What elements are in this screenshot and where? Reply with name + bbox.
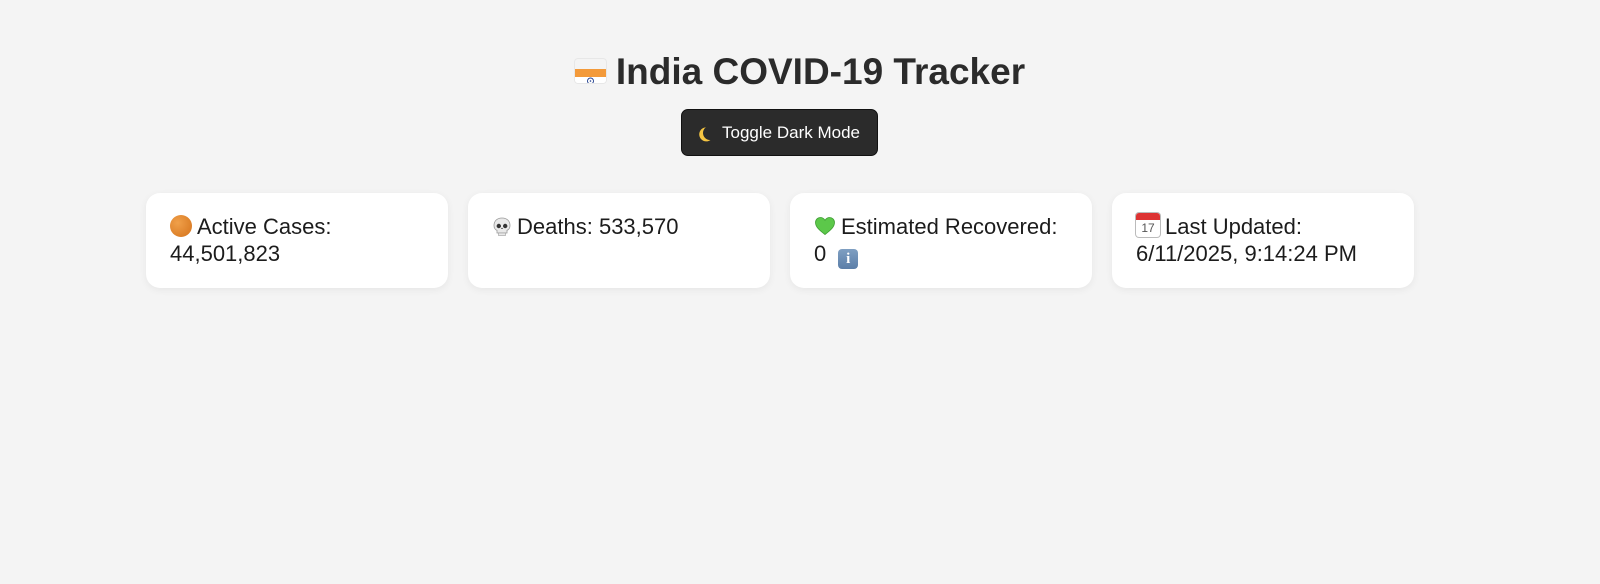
green-heart-icon xyxy=(814,215,836,237)
recovered-label: Estimated Recovered: xyxy=(841,214,1058,239)
last-updated-card: 17 Last Updated: 6/11/2025, 9:14:24 PM xyxy=(1112,193,1414,288)
skull-icon xyxy=(492,216,512,236)
active-cases-label: Active Cases: xyxy=(197,214,332,239)
deaths-label: Deaths: xyxy=(517,214,593,239)
stats-cards: Active Cases: 44,501,823 Deaths: 533,570 xyxy=(146,193,1414,288)
page: India COVID-19 Tracker Toggle Dark Mode … xyxy=(0,0,1600,584)
recovered-value: 0 xyxy=(814,241,827,266)
page-title-text: India COVID-19 Tracker xyxy=(615,51,1026,92)
calendar-day: 17 xyxy=(1141,221,1155,235)
toggle-dark-mode-button[interactable]: Toggle Dark Mode xyxy=(681,109,878,156)
page-title: India COVID-19 Tracker xyxy=(0,50,1600,94)
active-cases-value: 44,501,823 xyxy=(170,241,281,266)
recovered-card: Estimated Recovered: 0i xyxy=(790,193,1092,288)
moon-icon xyxy=(701,124,719,142)
deaths-value: 533,570 xyxy=(598,214,679,239)
last-updated-value: 6/11/2025, 9:14:24 PM xyxy=(1136,241,1357,266)
calendar-icon: 17 xyxy=(1136,213,1160,237)
deaths-card: Deaths: 533,570 xyxy=(468,193,770,288)
orange-circle-icon xyxy=(170,215,192,237)
toggle-dark-mode-label: Toggle Dark Mode xyxy=(722,122,860,142)
info-icon[interactable]: i xyxy=(838,249,859,269)
active-cases-card: Active Cases: 44,501,823 xyxy=(146,193,448,288)
last-updated-label: Last Updated: xyxy=(1165,214,1302,239)
india-flag-icon xyxy=(574,59,606,83)
